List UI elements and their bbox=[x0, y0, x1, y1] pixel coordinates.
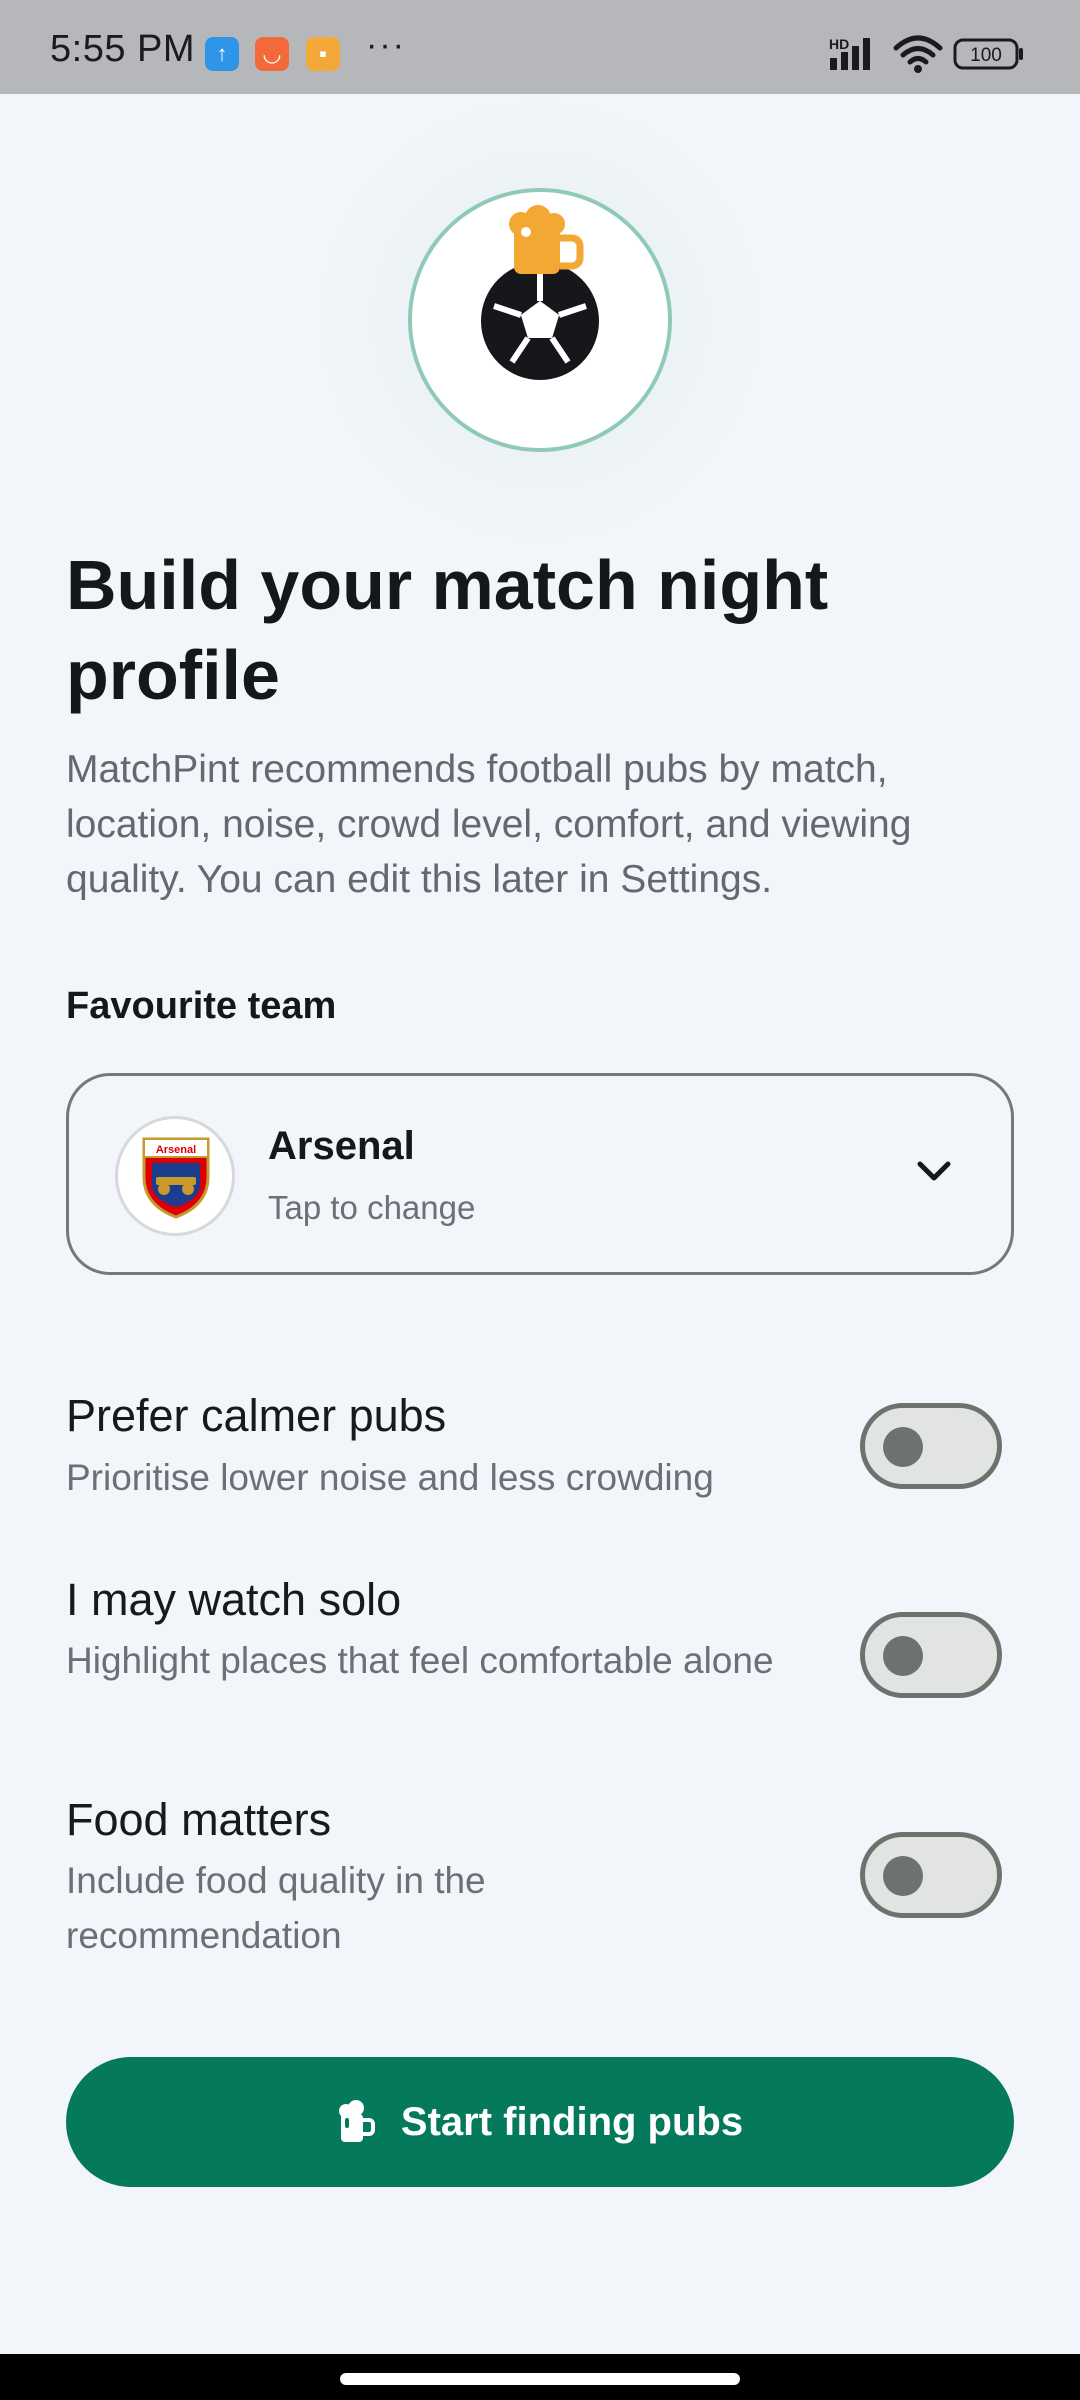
status-bar: 5:55 PM ↑ ◡ ▪ ··· HD 100 bbox=[0, 0, 1080, 94]
wifi-icon bbox=[893, 35, 943, 73]
cta-label: Start finding pubs bbox=[400, 2099, 744, 2144]
beer-mug-icon bbox=[337, 2100, 377, 2144]
team-change-hint: Tap to change bbox=[268, 1189, 476, 1226]
page-subtitle: MatchPint recommends football pubs by ma… bbox=[66, 748, 912, 901]
calmer-pubs-toggle[interactable] bbox=[860, 1403, 1002, 1489]
team-name: Arsenal bbox=[268, 1124, 415, 1168]
team-selector[interactable]: Arsenal Arsenal Tap to change bbox=[66, 1073, 1014, 1275]
shopping-notification-icon: ◡ bbox=[255, 37, 289, 71]
page-title: Build your match night profile bbox=[66, 546, 829, 714]
ball-with-pint-icon bbox=[481, 205, 599, 380]
status-time: 5:55 PM bbox=[50, 28, 196, 70]
pref-food-description: Include food quality in the recommendati… bbox=[66, 1860, 486, 1956]
toggle-knob bbox=[883, 1636, 923, 1676]
pref-calmer-description: Prioritise lower noise and less crowding bbox=[66, 1457, 714, 1498]
start-finding-pubs-button[interactable]: Start finding pubs bbox=[66, 2057, 1014, 2187]
watch-solo-toggle[interactable] bbox=[860, 1612, 1002, 1698]
pref-solo-description: Highlight places that feel comfortable a… bbox=[66, 1640, 774, 1681]
signal-icon bbox=[830, 38, 870, 70]
food-matters-toggle[interactable] bbox=[860, 1832, 1002, 1918]
toggle-knob bbox=[883, 1856, 923, 1896]
toggle-knob bbox=[883, 1427, 923, 1467]
pref-calmer-title: Prefer calmer pubs bbox=[66, 1390, 447, 1441]
arsenal-crest-icon: Arsenal bbox=[142, 1137, 210, 1219]
upload-notification-icon: ↑ bbox=[205, 37, 239, 71]
crest-text: Arsenal bbox=[156, 1144, 196, 1156]
message-notification-icon: ▪ bbox=[306, 37, 340, 71]
more-notifications-icon: ··· bbox=[366, 26, 406, 64]
battery-icon: 100 bbox=[953, 38, 1023, 70]
pref-solo-title: I may watch solo bbox=[66, 1574, 402, 1625]
chevron-down-icon[interactable] bbox=[915, 1158, 953, 1184]
pref-food-title: Food matters bbox=[66, 1794, 332, 1845]
onboarding-screen: 5:55 PM ↑ ◡ ▪ ··· HD 100 Build your matc… bbox=[0, 0, 1080, 2400]
favourite-team-label: Favourite team bbox=[66, 985, 337, 1027]
battery-level: 100 bbox=[970, 45, 1002, 66]
team-crest: Arsenal bbox=[115, 1116, 235, 1236]
home-indicator[interactable] bbox=[340, 2373, 740, 2385]
